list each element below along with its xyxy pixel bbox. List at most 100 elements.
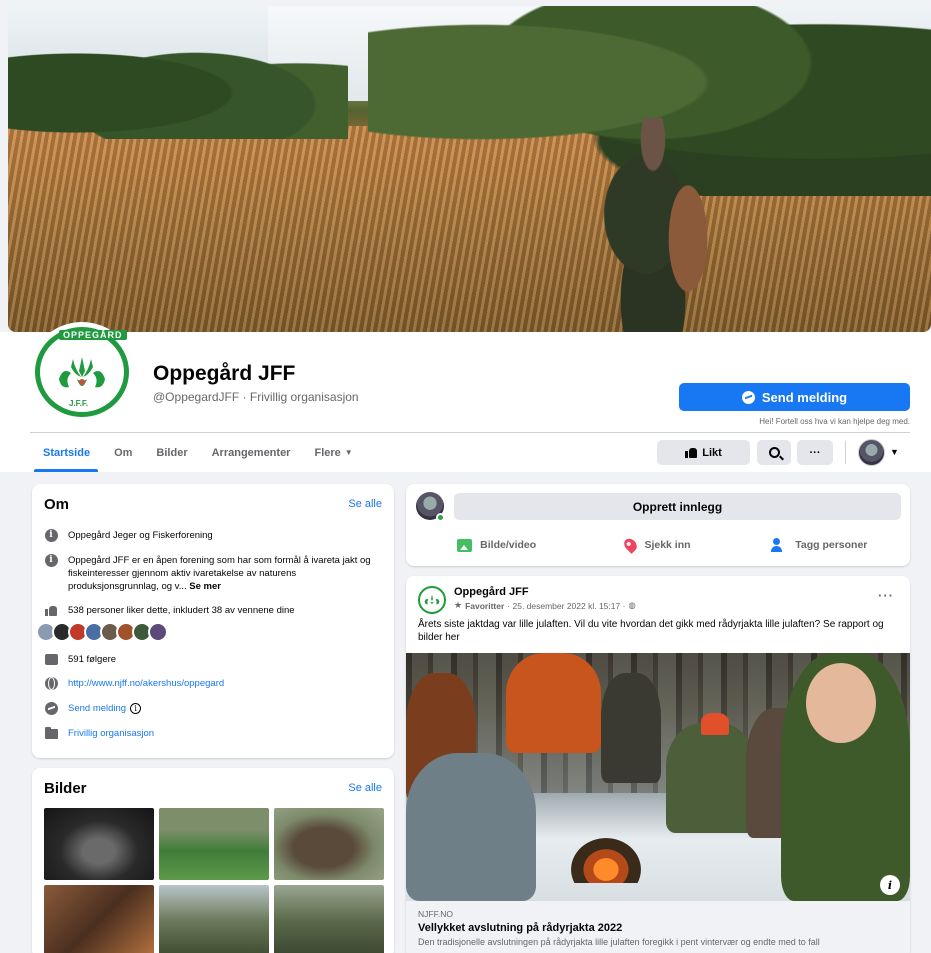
send-message-button[interactable]: Send melding (679, 383, 910, 411)
about-followers-row: 591 følgere (44, 653, 382, 666)
about-description-text: Oppegård JFF er en åpen forening som har… (68, 554, 382, 593)
tab-label: Arrangementer (211, 446, 291, 459)
post-more-options[interactable]: ··· (878, 588, 894, 603)
location-pin-icon (622, 536, 640, 554)
tab-label: Om (114, 446, 133, 459)
tag-people-button[interactable]: Tagg personer (739, 532, 900, 558)
about-website-link[interactable]: http://www.njff.no/akershus/oppegard (68, 677, 224, 690)
tab-arrangementer[interactable]: Arrangementer (200, 433, 303, 472)
post-author-name[interactable]: Oppegård JFF (454, 586, 529, 598)
tab-om[interactable]: Om (102, 433, 144, 472)
info-icon: i (44, 554, 58, 567)
cover-photo[interactable] (8, 6, 931, 332)
check-in-label: Sjekk inn (644, 539, 691, 551)
thumbs-up-icon (685, 447, 698, 458)
tab-label: Startside (43, 446, 91, 459)
post-image-campfire (571, 838, 641, 883)
chevron-down-icon: ▼ (344, 448, 353, 457)
acting-as-avatar[interactable] (858, 439, 885, 466)
post-image[interactable]: i (406, 653, 910, 901)
link-preview[interactable]: NJFF.NO Vellykket avslutning på rådyrjak… (406, 901, 910, 953)
about-full-name-row: i Oppegård Jeger og Fiskerforening (44, 529, 382, 542)
create-post-button[interactable]: Opprett innlegg (454, 493, 901, 520)
more-options-button[interactable]: ··· (797, 440, 833, 465)
info-icon: i (44, 529, 58, 542)
create-post-actions: Bilde/video Sjekk inn Tagg personer (416, 532, 900, 558)
post-favorite-label: Favoritter (465, 600, 505, 611)
post-author-avatar[interactable] (418, 586, 446, 614)
about-likes-row: 538 personer liker dette, inkludert 38 a… (44, 604, 382, 617)
photo-video-label: Bilde/video (480, 539, 537, 551)
send-message-label: Send melding (761, 389, 848, 405)
post-image-person (666, 723, 756, 833)
photo-thumbnail[interactable] (44, 885, 154, 953)
about-description-row: i Oppegård JFF er en åpen forening som h… (44, 554, 382, 593)
friend-avatar[interactable] (148, 622, 168, 642)
about-website-row: http://www.njff.no/akershus/oppegard (44, 677, 382, 690)
friend-avatars (36, 622, 168, 642)
create-post-card: Opprett innlegg Bilde/video Sjekk inn Ta… (406, 484, 910, 566)
page-avatar[interactable]: OPPEGÅRD J.F.F. (30, 322, 134, 422)
liked-button[interactable]: Likt (657, 440, 750, 465)
messenger-icon (44, 702, 58, 715)
tab-startside[interactable]: Startside (30, 433, 102, 472)
cover-deer (658, 156, 718, 306)
link-description: Den tradisjonelle avslutningen på rådyrj… (418, 937, 820, 947)
tab-flere[interactable]: Flere ▼ (302, 433, 364, 472)
post-meta: ★ Favoritter · 25. desember 2022 kl. 15:… (454, 600, 636, 611)
about-likes: 538 personer liker dette, inkludert 38 a… (68, 605, 295, 616)
messenger-icon (741, 390, 755, 404)
tab-bilder[interactable]: Bilder (144, 433, 199, 472)
page-tabs: Startside Om Bilder Arrangementer Flere ▼ (30, 433, 365, 472)
page-title: Oppegård JFF (153, 362, 296, 385)
post-image-person (601, 673, 661, 783)
photos-see-all-link[interactable]: Se alle (348, 782, 382, 794)
search-button[interactable] (757, 440, 791, 465)
about-card: Om Se alle i Oppegård Jeger og Fiskerfor… (32, 484, 394, 758)
photo-thumbnail[interactable] (159, 885, 269, 953)
page-handle-category: @OppegardJFF · Frivillig organisasjon (153, 390, 359, 404)
link-title: Vellykket avslutning på rådyrjakta 2022 (418, 922, 623, 934)
more-horizontal-icon: ··· (809, 446, 821, 459)
globe-icon: ◍ (628, 600, 636, 610)
tag-people-icon (771, 538, 787, 552)
photo-video-icon (457, 538, 473, 552)
info-icon[interactable]: i (880, 875, 900, 895)
about-category-link[interactable]: Frivillig organisasjon (68, 727, 154, 740)
cover-trees-left (8, 24, 348, 139)
liked-label: Likt (702, 446, 722, 459)
action-separator (845, 441, 846, 464)
about-category-row: Frivillig organisasjon (44, 726, 382, 740)
photos-title: Bilder (44, 780, 87, 797)
about-title: Om (44, 496, 70, 513)
online-status-indicator (436, 513, 445, 522)
photo-thumbnail[interactable] (44, 808, 154, 880)
antler-logo-icon (424, 594, 440, 605)
post-image-person (701, 713, 729, 735)
photo-thumbnail[interactable] (274, 808, 384, 880)
search-icon (768, 447, 780, 458)
tab-label: Flere (314, 446, 341, 459)
post-text: Årets siste jaktdag var lille julaften. … (418, 619, 884, 643)
post-image-person (506, 653, 601, 753)
antler-logo-icon (59, 357, 105, 388)
tab-label: Bilder (156, 446, 188, 459)
logo-bottom-text: J.F.F. (69, 399, 89, 408)
globe-icon (44, 677, 58, 690)
photo-thumbnail[interactable] (159, 808, 269, 880)
follower-icon (44, 654, 58, 665)
about-send-message-link[interactable]: Send melding (68, 703, 126, 714)
photo-grid (44, 808, 384, 953)
post-date[interactable]: · 25. desember 2022 kl. 15:17 · (507, 601, 625, 611)
feed-post: Oppegård JFF ★ Favoritter · 25. desember… (406, 576, 910, 953)
about-see-all-link[interactable]: Se alle (348, 498, 382, 510)
post-image-person (406, 753, 536, 901)
see-more-link[interactable]: Se mer (189, 581, 221, 592)
photo-video-button[interactable]: Bilde/video (416, 532, 577, 558)
photo-thumbnail[interactable] (274, 885, 384, 953)
post-image-person (806, 663, 876, 743)
check-in-button[interactable]: Sjekk inn (577, 532, 738, 558)
chevron-down-icon[interactable]: ▼ (890, 447, 899, 457)
help-text: Hei! Fortell oss hva vi kan hjelpe deg m… (759, 417, 910, 426)
info-icon[interactable]: i (130, 703, 142, 714)
